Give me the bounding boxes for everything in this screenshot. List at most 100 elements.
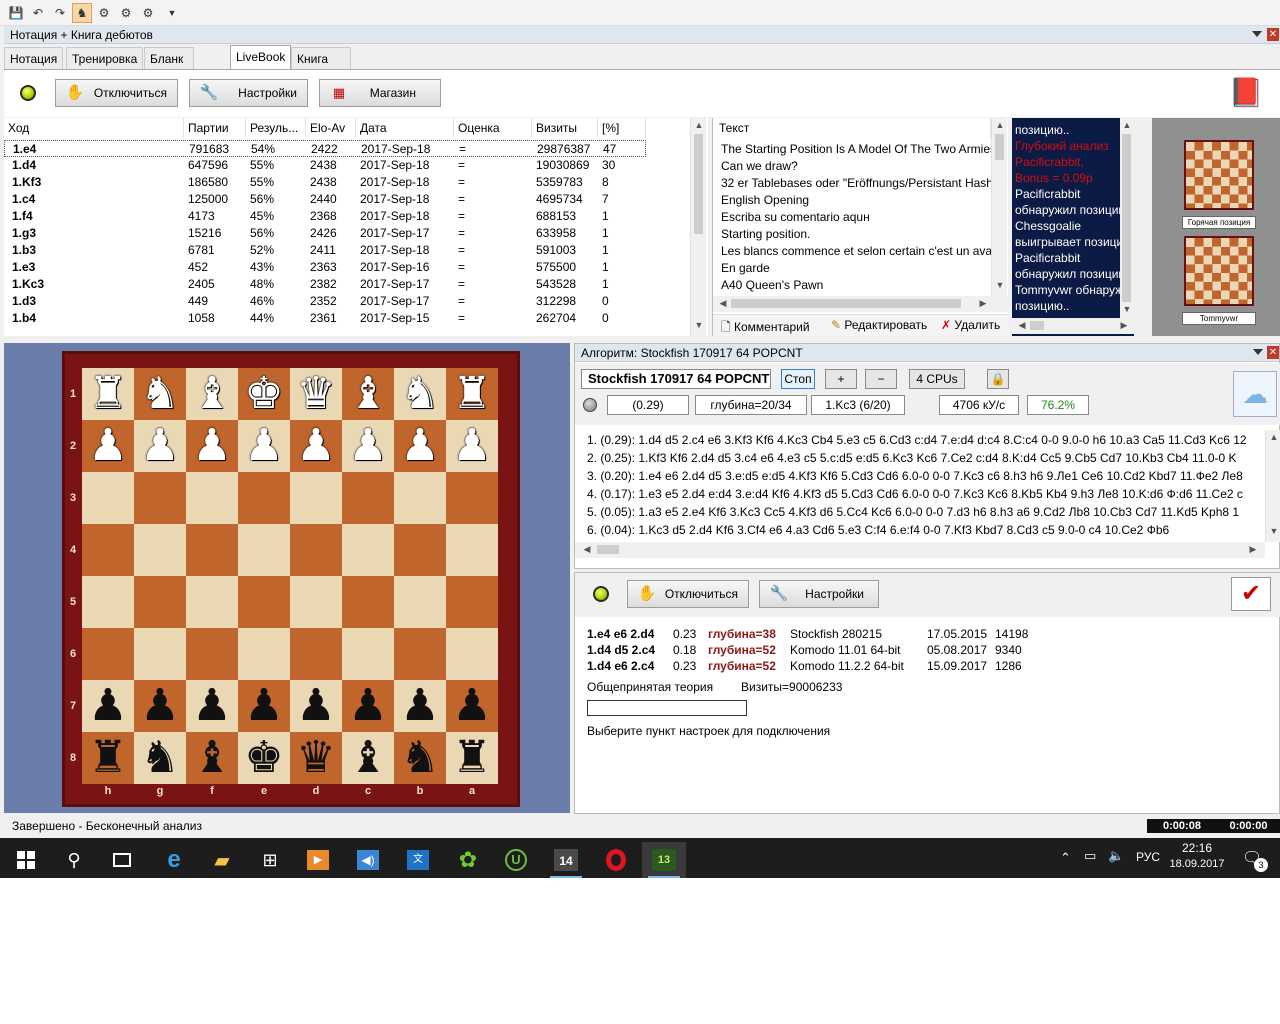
board-square[interactable]: ♟ xyxy=(82,680,134,732)
board-square[interactable] xyxy=(394,472,446,524)
column-header-games[interactable]: Партии xyxy=(184,118,246,138)
clock-time[interactable]: 22:16 xyxy=(1168,841,1226,855)
board-square[interactable] xyxy=(446,628,498,680)
chess-piece[interactable]: ♝ xyxy=(348,368,387,419)
media-player-icon[interactable]: ▶ xyxy=(296,842,340,878)
board-square[interactable]: ♚ xyxy=(238,368,290,420)
chat-scrollbar-track[interactable]: ▲ ▼ xyxy=(1120,118,1134,318)
undo-icon[interactable]: ↶ xyxy=(28,3,48,23)
stop-button[interactable]: Стоп xyxy=(781,369,815,389)
board-square[interactable] xyxy=(394,524,446,576)
customize-dropdown-icon[interactable]: ▼ xyxy=(162,3,182,23)
start-icon[interactable] xyxy=(4,842,48,878)
tab-notation[interactable]: Нотация xyxy=(4,47,64,69)
livebook-disconnect-button[interactable]: ✋ Отключиться xyxy=(627,580,749,608)
chess-piece[interactable]: ♛ xyxy=(296,732,335,783)
column-header-visits[interactable]: Визиты xyxy=(532,118,598,138)
clock-date[interactable]: 18.09.2017 xyxy=(1164,858,1230,870)
checkmark-icon[interactable]: ✔ xyxy=(1231,577,1271,611)
board-square[interactable] xyxy=(82,628,134,680)
scroll-up-icon[interactable]: ▲ xyxy=(691,120,707,130)
board-square[interactable] xyxy=(342,576,394,628)
board-square[interactable]: ♟ xyxy=(394,420,446,472)
table-row[interactable]: 1.g3 15216 56% 2426 2017-Sep-17 = 633958 1 xyxy=(4,225,646,242)
table-row[interactable]: 1.c4 125000 56% 2440 2017-Sep-18 = 4695734 7 xyxy=(4,191,646,208)
board-square[interactable] xyxy=(134,628,186,680)
board-square[interactable] xyxy=(82,576,134,628)
board-square[interactable]: ♞ xyxy=(394,732,446,784)
chess-piece[interactable]: ♞ xyxy=(140,368,179,419)
board-square[interactable]: ♟ xyxy=(134,680,186,732)
column-header-result[interactable]: Резуль... xyxy=(246,118,306,138)
column-header-percent[interactable]: [%] xyxy=(598,118,646,138)
board-square[interactable]: ♟ xyxy=(290,420,342,472)
scroll-thumb[interactable] xyxy=(1122,134,1131,302)
task-view-icon[interactable] xyxy=(100,842,144,878)
board-square[interactable] xyxy=(238,628,290,680)
board-square[interactable]: ♟ xyxy=(290,680,342,732)
scroll-thumb[interactable] xyxy=(694,134,703,234)
tray-chevron-icon[interactable]: ⌃ xyxy=(1060,850,1071,866)
chess-piece[interactable]: ♟ xyxy=(452,420,491,471)
comment-line[interactable]: En garde xyxy=(721,260,993,277)
board-square[interactable]: ♞ xyxy=(134,732,186,784)
panel-menu-icon[interactable] xyxy=(1253,349,1263,355)
chess-piece[interactable]: ♜ xyxy=(452,732,491,783)
edit-button[interactable]: ✎ Редактировать xyxy=(831,318,927,332)
scroll-up-icon[interactable]: ▲ xyxy=(992,120,1008,130)
chat-hscrollbar[interactable]: ◀ ▶ xyxy=(1012,318,1134,334)
table-row[interactable]: 1.e3 452 43% 2363 2017-Sep-16 = 575500 1 xyxy=(4,259,646,276)
close-icon[interactable]: ✕ xyxy=(1267,346,1279,359)
translator-icon[interactable]: 文 xyxy=(396,842,440,878)
add-line-button[interactable]: + xyxy=(825,369,857,389)
board-square[interactable]: ♟ xyxy=(394,680,446,732)
board-square[interactable] xyxy=(134,524,186,576)
search-icon[interactable]: ⚲ xyxy=(52,842,96,878)
close-icon[interactable]: ✕ xyxy=(1267,28,1279,41)
table-row[interactable]: 1.b4 1058 44% 2361 2017-Sep-15 = 262704 0 xyxy=(4,310,646,327)
engine-vscrollbar[interactable]: ▲ ▼ xyxy=(1265,430,1280,542)
utorrent-icon[interactable]: U xyxy=(494,842,538,878)
chess-piece[interactable]: ♛ xyxy=(296,368,335,419)
board-square[interactable]: ♜ xyxy=(82,368,134,420)
comments-vscrollbar[interactable]: ▲ ▼ xyxy=(991,118,1007,296)
tab-training[interactable]: Тренировка xyxy=(66,47,144,69)
volume-icon[interactable]: 🔈 xyxy=(1108,848,1124,864)
board-square[interactable]: ♚ xyxy=(238,732,290,784)
engine3-icon[interactable]: ⚙ xyxy=(138,3,158,23)
table-row[interactable]: 1.d4 647596 55% 2438 2017-Sep-18 = 19030869 30 xyxy=(4,157,646,174)
scroll-up-icon[interactable]: ▲ xyxy=(1119,120,1135,130)
board-square[interactable]: ♝ xyxy=(342,368,394,420)
scroll-left-icon[interactable]: ◀ xyxy=(1014,320,1030,331)
board-square[interactable] xyxy=(186,576,238,628)
chess-piece[interactable]: ♟ xyxy=(348,420,387,471)
board-square[interactable]: ♟ xyxy=(342,420,394,472)
board-square[interactable] xyxy=(290,576,342,628)
chess-piece[interactable]: ♝ xyxy=(192,732,231,783)
board-square[interactable] xyxy=(238,524,290,576)
chess-piece[interactable]: ♜ xyxy=(452,368,491,419)
scroll-thumb[interactable] xyxy=(597,545,619,554)
chess-piece[interactable]: ♟ xyxy=(400,680,439,731)
engine-line[interactable]: 3. (0.20): 1.e4 e6 2.d4 d5 3.e:d5 e:d5 4… xyxy=(587,468,1243,485)
board-square[interactable]: ♟ xyxy=(446,680,498,732)
table-row[interactable]: 1.b3 6781 52% 2411 2017-Sep-18 = 591003 1 xyxy=(4,242,646,259)
engine-line[interactable]: 5. (0.05): 1.a3 e5 2.e4 Kf6 3.Kc3 Cc5 4.… xyxy=(587,504,1239,521)
column-header-elo[interactable]: Elo-Av xyxy=(306,118,356,138)
board-square[interactable] xyxy=(342,472,394,524)
column-header-move[interactable]: Ход xyxy=(4,118,184,138)
file-explorer-icon[interactable]: ▰ xyxy=(200,842,244,878)
board-square[interactable]: ♛ xyxy=(290,732,342,784)
scroll-down-icon[interactable]: ▼ xyxy=(691,320,707,330)
engine-line[interactable]: 6. (0.04): 1.Kc3 d5 2.d4 Kf6 3.Cf4 e6 4.… xyxy=(587,522,1169,539)
thumbnail-board[interactable] xyxy=(1184,140,1254,210)
board-square[interactable] xyxy=(342,628,394,680)
comment-button[interactable]: 🗋 Комментарий xyxy=(721,318,810,336)
chess-piece[interactable]: ♟ xyxy=(244,680,283,731)
chess-app-icon[interactable]: 13 xyxy=(642,842,686,878)
chess-piece[interactable]: ♟ xyxy=(400,420,439,471)
moves-scrollbar[interactable]: ▲ ▼ xyxy=(690,118,706,336)
comment-line[interactable]: Escriba su comentario aquн xyxy=(721,209,993,226)
board-square[interactable]: ♟ xyxy=(134,420,186,472)
table-row[interactable]: 1.d3 449 46% 2352 2017-Sep-17 = 312298 0 xyxy=(4,293,646,310)
